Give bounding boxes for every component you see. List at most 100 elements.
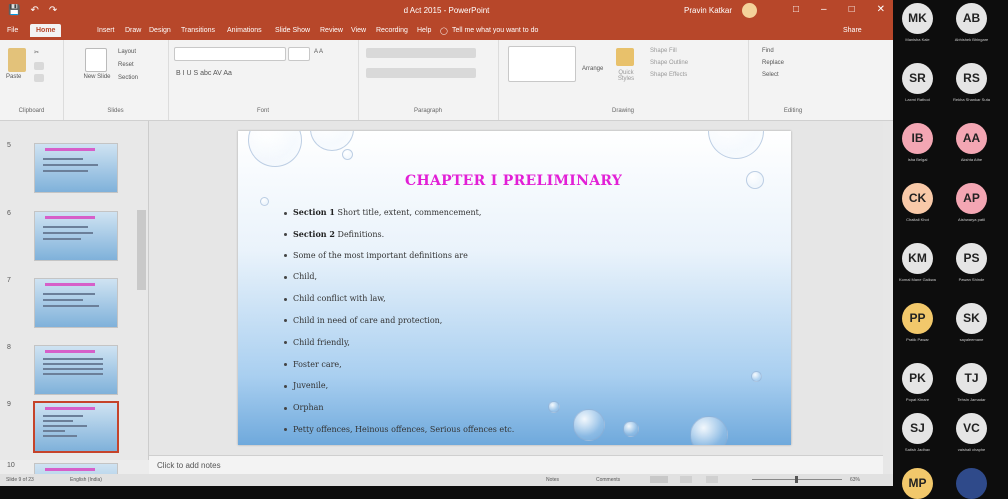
layout-button[interactable]: Layout xyxy=(118,49,136,55)
participant-tile[interactable]: SJ Satish Jadhav xyxy=(899,413,936,452)
select-button[interactable]: Select xyxy=(762,72,779,78)
list-controls[interactable] xyxy=(366,48,476,58)
tab-animations[interactable]: Animations xyxy=(227,27,262,34)
participant-tile[interactable]: VC vaishali chaphe xyxy=(953,413,990,452)
participant-tile[interactable]: MP xyxy=(899,468,936,499)
font-name-dropdown[interactable] xyxy=(174,47,286,61)
notes-placeholder[interactable]: Click to add notes xyxy=(157,461,221,470)
user-avatar[interactable] xyxy=(742,3,757,18)
thumbnail-slide[interactable]: 6 xyxy=(0,204,148,264)
water-drop xyxy=(260,197,269,206)
tab-draw[interactable]: Draw xyxy=(125,27,141,34)
slide-bullet-list[interactable]: Section 1 Short title, extent, commencem… xyxy=(284,205,514,445)
participant-avatar: VC xyxy=(956,413,987,444)
shapes-gallery[interactable] xyxy=(508,46,576,82)
new-slide-icon[interactable] xyxy=(85,48,107,72)
slide-thumbnail[interactable] xyxy=(34,278,118,328)
tab-help[interactable]: Help xyxy=(417,27,431,34)
participant-tile[interactable]: MK Manisha Kale xyxy=(899,3,936,42)
normal-view-icon[interactable] xyxy=(650,476,668,483)
participant-tile[interactable] xyxy=(953,468,990,499)
participant-tile[interactable]: SR Laxmi Rathod xyxy=(899,63,936,102)
notes-toggle[interactable]: Notes xyxy=(546,477,559,483)
participant-tile[interactable]: AA Akshta Athe xyxy=(953,123,990,162)
participant-tile[interactable]: AP Aishwarya patil xyxy=(953,183,990,222)
tab-review[interactable]: Review xyxy=(320,27,343,34)
reset-button[interactable]: Reset xyxy=(118,62,134,68)
font-format-row[interactable]: B I U S abc AV Aa xyxy=(176,70,232,77)
group-font: A A B I U S abc AV Aa Font xyxy=(168,40,359,120)
shape-effects-button[interactable]: Shape Effects xyxy=(650,72,687,78)
slide-title[interactable]: CHAPTER I PRELIMINARY xyxy=(405,173,622,189)
slide-thumbnail[interactable] xyxy=(34,345,118,395)
bullet-item: Juvenile, xyxy=(284,379,514,401)
tab-design[interactable]: Design xyxy=(149,27,171,34)
format-painter-icon[interactable] xyxy=(34,74,44,82)
slide-sorter-icon[interactable] xyxy=(680,476,692,483)
slide-thumbnail[interactable] xyxy=(33,401,119,453)
participant-tile[interactable]: KM Komal Mane Gaikwad xyxy=(899,243,936,282)
slide-info: Slide 9 of 23 xyxy=(6,477,34,483)
tab-view[interactable]: View xyxy=(351,27,366,34)
slide-scrollbar[interactable] xyxy=(883,121,893,474)
tell-me-box[interactable]: Tell me what you want to do xyxy=(452,27,538,34)
comments-toggle[interactable]: Comments xyxy=(596,477,620,483)
zoom-slider-thumb[interactable] xyxy=(795,476,798,483)
bullet-item: Section 2 Definitions. xyxy=(284,227,514,249)
participant-tile[interactable]: IB Isha Belgal xyxy=(899,123,936,162)
tab-transitions[interactable]: Transitions xyxy=(181,27,215,34)
participant-tile[interactable]: AB Abhishek Bhingare xyxy=(953,3,990,42)
share-button[interactable]: Share xyxy=(843,27,862,34)
slide-thumbnail[interactable] xyxy=(34,211,118,261)
participant-tile[interactable]: PS Pawan Shinde xyxy=(953,243,990,282)
slide-number: 6 xyxy=(7,210,11,217)
copy-icon[interactable] xyxy=(34,62,44,70)
shape-fill-button[interactable]: Shape Fill xyxy=(650,48,677,54)
tab-recording[interactable]: Recording xyxy=(376,27,408,34)
participant-tile[interactable]: PK Popat Kinare xyxy=(899,363,936,402)
font-size-dropdown[interactable] xyxy=(288,47,310,61)
notes-pane[interactable]: Click to add notes xyxy=(149,455,883,475)
alignment-controls[interactable] xyxy=(366,68,476,78)
tab-slide-show[interactable]: Slide Show xyxy=(275,27,310,34)
shape-outline-button[interactable]: Shape Outline xyxy=(650,60,688,66)
new-slide-button[interactable]: New Slide xyxy=(83,74,111,80)
tab-file[interactable]: File xyxy=(7,27,18,34)
water-drop xyxy=(751,371,762,382)
thumbnail-slide[interactable]: 8 xyxy=(0,338,148,398)
participant-tile[interactable]: SK sayaleemane xyxy=(953,303,990,342)
replace-button[interactable]: Replace xyxy=(762,60,784,66)
ribbon-home: Paste ✂ Clipboard New Slide Layout Reset… xyxy=(0,40,893,121)
maximize-icon[interactable]: □ xyxy=(849,4,855,15)
participant-tile[interactable]: CK Chaitali Khot xyxy=(899,183,936,222)
bullet-item: Child, xyxy=(284,270,514,292)
find-button[interactable]: Find xyxy=(762,48,774,54)
reading-view-icon[interactable] xyxy=(706,476,718,483)
minimize-icon[interactable]: – xyxy=(821,4,827,15)
zoom-level[interactable]: 63% xyxy=(850,477,860,483)
quick-styles-button[interactable]: Quick Styles xyxy=(613,70,639,82)
participant-tile[interactable]: PP Pratik Pawar xyxy=(899,303,936,342)
cut-icon[interactable]: ✂ xyxy=(34,49,39,56)
tab-insert[interactable]: Insert xyxy=(97,27,115,34)
ribbon-display-icon[interactable]: □ xyxy=(793,4,799,15)
arrange-button[interactable]: Arrange xyxy=(582,66,603,72)
participant-tile[interactable]: TJ Tehsin Jamadar xyxy=(953,363,990,402)
current-slide[interactable]: CHAPTER I PRELIMINARY Section 1 Short ti… xyxy=(238,131,791,445)
thumbnails-scrollbar[interactable] xyxy=(137,210,146,290)
section-button[interactable]: Section xyxy=(118,75,138,81)
paste-button[interactable]: Paste xyxy=(6,74,21,80)
language-status[interactable]: English (India) xyxy=(70,477,102,483)
thumbnail-slide-selected[interactable]: 9 xyxy=(0,395,148,455)
participant-avatar: TJ xyxy=(956,363,987,394)
tab-home[interactable]: Home xyxy=(30,24,62,37)
user-name[interactable]: Pravin Katkar xyxy=(684,6,732,15)
quick-styles-icon[interactable] xyxy=(616,48,634,66)
slide-thumbnail[interactable] xyxy=(34,143,118,193)
thumbnail-slide[interactable]: 5 xyxy=(0,136,148,196)
participant-tile[interactable]: RS Rekha Shankar Sutar xyxy=(953,63,990,102)
close-icon[interactable]: ✕ xyxy=(877,4,885,15)
thumbnail-slide[interactable]: 7 xyxy=(0,271,148,331)
grow-shrink-font[interactable]: A A xyxy=(314,49,323,55)
paste-icon[interactable] xyxy=(8,48,26,72)
